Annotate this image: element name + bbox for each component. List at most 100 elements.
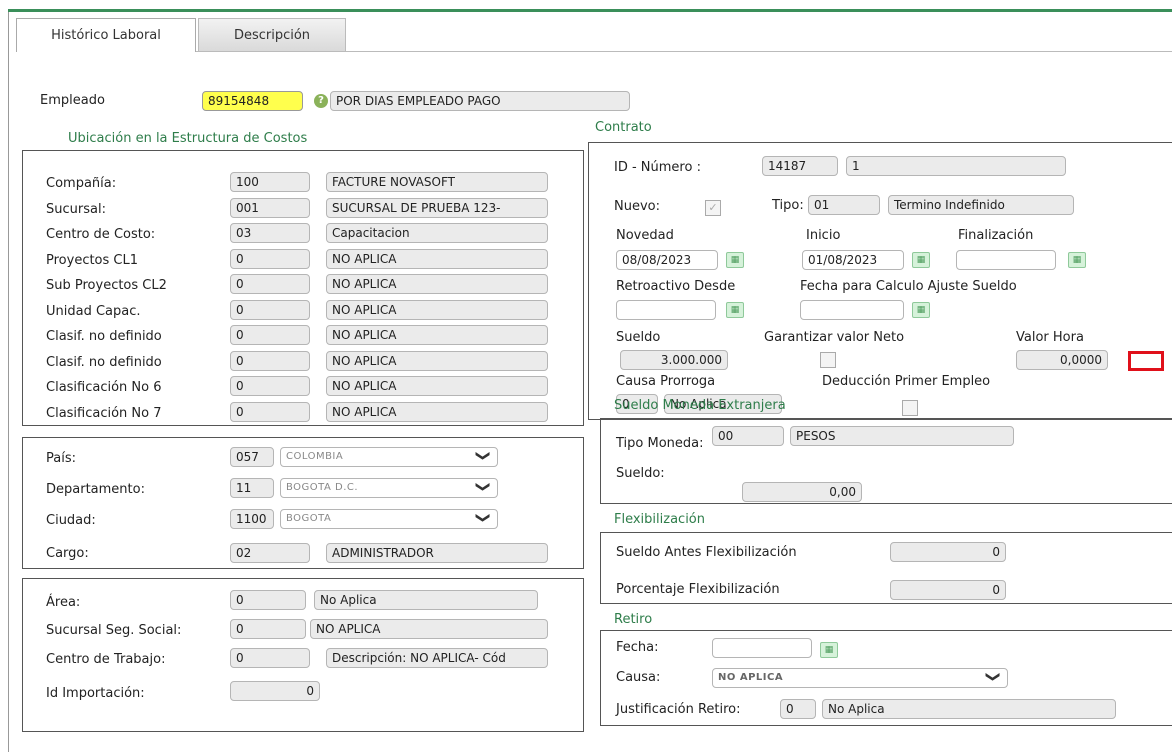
justificacion-desc-field: No Aplica: [822, 699, 1116, 719]
departamento-code-field: 11: [230, 478, 274, 498]
calendar-icon[interactable]: ▦: [912, 252, 930, 268]
ubicacion-row-desc-field: SUCURSAL DE PRUEBA 123-: [326, 198, 548, 218]
id-importacion-label: Id Importación:: [46, 686, 145, 701]
ubicacion-row-label: Clasificación No 7: [46, 406, 162, 421]
chevron-down-icon: ❯: [984, 670, 1001, 684]
calendar-icon[interactable]: ▦: [820, 642, 838, 658]
sueldo-label: Sueldo: [616, 330, 661, 345]
fecha-calculo-input[interactable]: [800, 300, 904, 320]
retroactivo-input[interactable]: [616, 300, 716, 320]
sucursal-ss-code-field: 0: [230, 619, 306, 639]
chevron-down-icon: ❯: [474, 449, 491, 463]
departamento-select[interactable]: BOGOTA D.C. ❯: [280, 478, 498, 498]
tab-divider: [196, 51, 1172, 52]
ciudad-label: Ciudad:: [46, 513, 96, 528]
ciudad-code-field: 1100: [230, 509, 274, 529]
calendar-icon[interactable]: ▦: [726, 252, 744, 268]
deduccion-label: Deducción Primer Empleo: [822, 374, 991, 389]
sueldo-moneda-field: 0,00: [742, 482, 862, 502]
ubicacion-row-code-field: 0: [230, 300, 310, 320]
tab-historico-laboral[interactable]: Histórico Laboral: [16, 18, 196, 52]
inicio-input[interactable]: 01/08/2023: [802, 250, 904, 270]
chevron-down-icon: ❯: [474, 480, 491, 494]
chevron-down-icon: ❯: [474, 511, 491, 525]
retiro-title: Retiro: [614, 612, 653, 627]
fecha-calculo-label: Fecha para Calculo Ajuste Sueldo: [800, 279, 1017, 294]
info-icon[interactable]: ?: [314, 94, 328, 108]
empleado-code-input[interactable]: 89154848: [202, 91, 303, 111]
tipo-code-field: 01: [808, 195, 880, 215]
ubicacion-row-desc-field: NO APLICA: [326, 249, 548, 269]
pais-select[interactable]: COLOMBIA ❯: [280, 447, 498, 467]
sueldo-antes-label: Sueldo Antes Flexibilización: [616, 545, 797, 560]
sueldo-moneda-label: Sueldo:: [616, 466, 665, 481]
finalizacion-input[interactable]: [956, 250, 1056, 270]
cargo-code-field: 02: [230, 543, 310, 563]
inicio-label: Inicio: [806, 228, 841, 243]
id-importacion-field: 0: [230, 681, 320, 701]
retiro-fecha-input[interactable]: [712, 638, 812, 658]
tipo-moneda-label: Tipo Moneda:: [616, 436, 704, 451]
tipo-desc-field: Termino Indefinido: [888, 195, 1074, 215]
ubicacion-row-label: Centro de Costo:: [46, 227, 156, 242]
ubicacion-row-desc-field: NO APLICA: [326, 351, 548, 371]
deduccion-checkbox[interactable]: [902, 400, 918, 416]
retiro-fecha-label: Fecha:: [616, 640, 659, 655]
tab-descripcion[interactable]: Descripción: [198, 18, 346, 52]
ubicacion-row-desc-field: NO APLICA: [326, 274, 548, 294]
left-border: [8, 12, 9, 752]
ubicacion-row-label: Proyectos CL1: [46, 253, 139, 268]
sueldo-field: 3.000.000: [620, 350, 728, 370]
top-border: [8, 9, 1172, 12]
calendar-icon[interactable]: ▦: [912, 302, 930, 318]
highlight-box: [1128, 351, 1164, 371]
area-desc-field: No Aplica: [314, 590, 538, 610]
ubicacion-row-desc-field: FACTURE NOVASOFT: [326, 172, 548, 192]
ubicacion-row-label: Sub Proyectos CL2: [46, 278, 167, 293]
justificacion-label: Justificación Retiro:: [616, 702, 741, 717]
novedad-label: Novedad: [616, 228, 674, 243]
ubicacion-row-code-field: 03: [230, 223, 310, 243]
moneda-title: Sueldo Moneda Extranjera: [614, 398, 786, 413]
nuevo-checkbox[interactable]: ✓: [705, 200, 721, 216]
pais-label: País:: [46, 451, 76, 466]
nuevo-label: Nuevo:: [614, 199, 660, 214]
ciudad-select[interactable]: BOGOTA ❯: [280, 509, 498, 529]
tipo-moneda-code-field: 00: [712, 426, 784, 446]
centro-trabajo-label: Centro de Trabajo:: [46, 652, 166, 667]
ubicacion-row-desc-field: NO APLICA: [326, 376, 548, 396]
ubicacion-row-label: Compañía:: [46, 176, 117, 191]
retiro-causa-select[interactable]: NO APLICA ❯: [712, 668, 1008, 688]
porcentaje-flex-field: 0: [890, 580, 1006, 600]
empleado-name-field: POR DIAS EMPLEADO PAGO: [330, 91, 630, 111]
area-label: Área:: [46, 595, 81, 610]
ubicacion-row-code-field: 0: [230, 274, 310, 294]
centro-trabajo-code-field: 0: [230, 648, 310, 668]
ubicacion-title: Ubicación en la Estructura de Costos: [68, 131, 308, 146]
calendar-icon[interactable]: ▦: [1068, 252, 1086, 268]
calendar-icon[interactable]: ▦: [726, 302, 744, 318]
garantizar-checkbox[interactable]: [820, 352, 836, 368]
finalizacion-label: Finalización: [958, 228, 1034, 243]
novedad-input[interactable]: 08/08/2023: [616, 250, 718, 270]
id-numero-label: ID - Número :: [614, 160, 701, 175]
tipo-moneda-desc-field: PESOS: [790, 426, 1014, 446]
valor-hora-label: Valor Hora: [1016, 330, 1084, 345]
ubicacion-row-label: Clasif. no definido: [46, 329, 162, 344]
sucursal-ss-desc-field: NO APLICA: [310, 619, 548, 639]
cargo-desc-field: ADMINISTRADOR: [326, 543, 548, 563]
ubicacion-row-code-field: 0: [230, 351, 310, 371]
ubicacion-row-label: Sucursal:: [46, 202, 106, 217]
ubicacion-row-code-field: 0: [230, 325, 310, 345]
ubicacion-row-code-field: 0: [230, 402, 310, 422]
pais-code-field: 057: [230, 447, 274, 467]
retiro-causa-label: Causa:: [616, 670, 661, 685]
tipo-label: Tipo:: [772, 198, 804, 213]
retroactivo-label: Retroactivo Desde: [616, 279, 736, 294]
ubicacion-row-code-field: 001: [230, 198, 310, 218]
ubicacion-row-code-field: 0: [230, 376, 310, 396]
ubicacion-row-desc-field: NO APLICA: [326, 325, 548, 345]
ubicacion-row-desc-field: NO APLICA: [326, 402, 548, 422]
empleado-label: Empleado: [40, 93, 105, 108]
ubicacion-row-code-field: 100: [230, 172, 310, 192]
